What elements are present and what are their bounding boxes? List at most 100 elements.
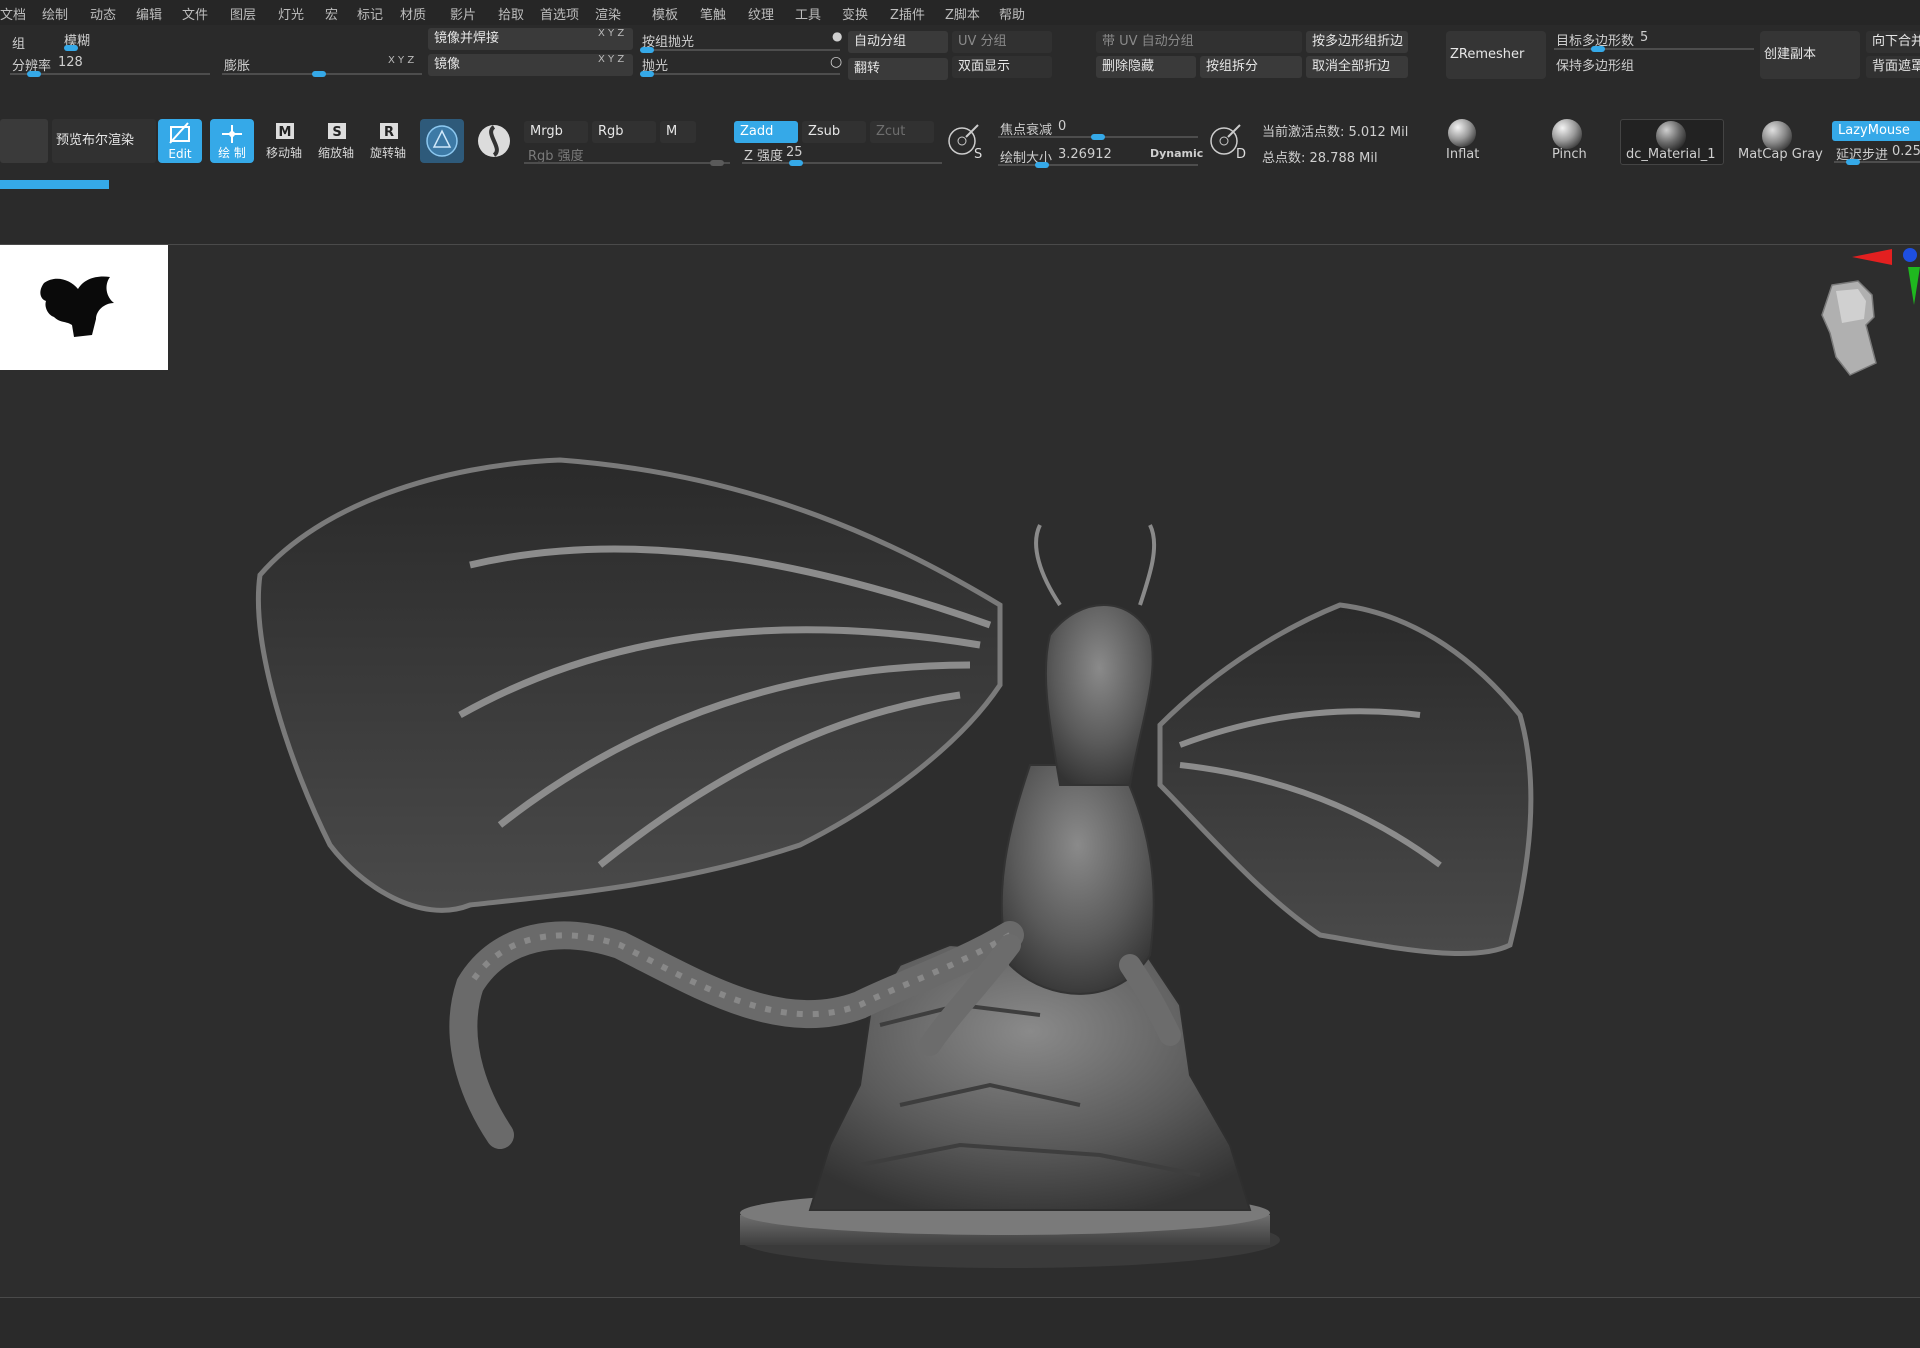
menu-item[interactable]: 拾取: [498, 4, 524, 23]
inflate-slider-knob[interactable]: [312, 71, 326, 77]
uncrease-all-button[interactable]: 取消全部折边: [1306, 56, 1408, 78]
menu-item[interactable]: 动态: [90, 4, 116, 23]
zadd-button[interactable]: Zadd: [734, 121, 798, 143]
keep-groups-label[interactable]: 保持多边形组: [1556, 55, 1634, 74]
x-axis-icon[interactable]: [1852, 249, 1892, 265]
rgb-intensity-slider[interactable]: [524, 162, 730, 164]
zsub-button[interactable]: Zsub: [802, 121, 866, 143]
inflat-brush-label[interactable]: Inflat: [1446, 147, 1479, 162]
target-polycount-slider[interactable]: [1554, 48, 1754, 50]
split-groups-button[interactable]: 按组拆分: [1200, 56, 1302, 78]
mrgb-button[interactable]: Mrgb: [524, 121, 588, 143]
focal-shift-value: 0: [1058, 119, 1067, 134]
draw-size-slider[interactable]: [998, 164, 1198, 166]
draw-size-knob[interactable]: [1035, 162, 1050, 168]
merge-down-button[interactable]: 向下合并: [1866, 31, 1920, 53]
rgb-button[interactable]: Rgb: [592, 121, 656, 143]
blur-slider-knob[interactable]: [64, 45, 78, 51]
move-tool-button[interactable]: M 移动轴: [262, 119, 306, 163]
polish-slider[interactable]: [640, 73, 840, 75]
menu-item[interactable]: 图层: [230, 4, 256, 23]
svg-text:S: S: [332, 125, 341, 140]
resolution-slider-knob[interactable]: [26, 71, 41, 77]
auto-groups-button[interactable]: 自动分组: [848, 31, 948, 53]
model-thumbnail[interactable]: [0, 245, 168, 370]
crease-pg-button[interactable]: 按多边形组折边: [1306, 31, 1408, 53]
lazy-step-knob[interactable]: [1846, 159, 1860, 165]
delete-hidden-button[interactable]: 删除隐藏: [1096, 56, 1196, 78]
canvas-viewport[interactable]: [0, 245, 1920, 1297]
polish-by-groups-dot-icon[interactable]: ●: [832, 29, 842, 43]
menu-item[interactable]: 文档: [0, 4, 26, 23]
polish-by-groups-slider[interactable]: [640, 49, 840, 51]
menu-item[interactable]: 首选项: [540, 4, 579, 23]
preview-boolean-render-button[interactable]: 预览布尔渲染: [52, 119, 156, 163]
menu-item[interactable]: 标记: [357, 4, 383, 23]
uv-auto-groups-button[interactable]: 带 UV 自动分组: [1096, 31, 1302, 53]
inflate-xyz[interactable]: X Y Z: [388, 55, 414, 66]
target-polycount-knob[interactable]: [1591, 46, 1606, 52]
lazymouse-button[interactable]: LazyMouse: [1832, 121, 1920, 141]
brush-icon: D: [1210, 124, 1246, 162]
menu-item[interactable]: 文件: [182, 4, 208, 23]
brush-s-button[interactable]: S: [944, 121, 984, 162]
menu-item[interactable]: 笔触: [700, 4, 726, 23]
mirror-weld-xyz[interactable]: X Y Z: [598, 28, 624, 39]
focal-shift-knob[interactable]: [1091, 134, 1105, 140]
polish-by-groups-knob[interactable]: [640, 47, 654, 53]
menu-item[interactable]: 宏: [325, 4, 338, 23]
flip-button[interactable]: 翻转: [848, 58, 948, 80]
menu-item[interactable]: 材质: [400, 4, 426, 23]
mirror-xyz[interactable]: X Y Z: [598, 54, 624, 65]
menu-item[interactable]: 影片: [450, 4, 476, 23]
menu-item[interactable]: 模板: [652, 4, 678, 23]
inflat-brush-icon[interactable]: [1448, 119, 1476, 147]
draw-tool-button[interactable]: 绘 制: [210, 119, 254, 163]
dragon-silhouette-icon: [40, 276, 114, 337]
menu-item[interactable]: Z插件: [890, 4, 925, 23]
menu-item[interactable]: 编辑: [136, 4, 162, 23]
brush-d-button[interactable]: D: [1206, 121, 1246, 162]
zremesher-button[interactable]: ZRemesher: [1446, 31, 1546, 79]
solo-mode-button[interactable]: [472, 119, 516, 163]
polish-knob[interactable]: [640, 71, 654, 77]
menu-item[interactable]: 渲染: [595, 4, 621, 23]
y-axis-icon[interactable]: [1908, 267, 1920, 305]
scale-tool-button[interactable]: S 缩放轴: [314, 119, 358, 163]
rgb-intensity-knob[interactable]: [710, 160, 724, 166]
dc-material-label[interactable]: dc_Material_1: [1626, 147, 1715, 162]
stroke-icon: S: [948, 124, 982, 162]
menu-item[interactable]: Z脚本: [945, 4, 980, 23]
draw-size-value: 3.26912: [1058, 147, 1112, 162]
z-axis-icon[interactable]: [1903, 248, 1917, 262]
pinch-brush-label[interactable]: Pinch: [1552, 147, 1587, 162]
pinch-brush-icon[interactable]: [1552, 119, 1582, 149]
make-copy-button[interactable]: 创建副本: [1760, 31, 1860, 79]
menu-item[interactable]: 帮助: [999, 4, 1025, 23]
menu-item[interactable]: 纹理: [748, 4, 774, 23]
m-button[interactable]: M: [660, 121, 696, 143]
rotate-tool-button[interactable]: R 旋转轴: [366, 119, 410, 163]
polish-circle-icon[interactable]: ○: [830, 54, 842, 70]
left-tool-slot[interactable]: [0, 119, 48, 163]
z-intensity-knob[interactable]: [788, 160, 803, 166]
zcut-button[interactable]: Zcut: [870, 121, 934, 143]
matcap-gray-label[interactable]: MatCap Gray: [1738, 147, 1823, 162]
sculptris-mode-button[interactable]: [420, 119, 464, 163]
orientation-gizmo[interactable]: [1780, 245, 1920, 385]
backface-mask-button[interactable]: 背面遮罩: [1866, 56, 1920, 78]
inflate-label: 膨胀: [224, 59, 251, 74]
menu-item[interactable]: 绘制: [42, 4, 68, 23]
target-polycount-value: 5: [1640, 30, 1649, 45]
menu-item[interactable]: 工具: [795, 4, 821, 23]
z-intensity-slider[interactable]: [742, 162, 942, 164]
double-sided-button[interactable]: 双面显示: [952, 56, 1052, 78]
edit-tool-button[interactable]: Edit: [158, 119, 202, 163]
menu-item[interactable]: 变换: [842, 4, 868, 23]
active-points-label: 当前激活点数: 5.012 Mil: [1262, 125, 1409, 140]
menu-item[interactable]: 灯光: [278, 4, 304, 23]
uv-groups-button[interactable]: UV 分组: [952, 31, 1052, 53]
dynamic-toggle[interactable]: Dynamic: [1150, 147, 1203, 160]
dragon-model[interactable]: [0, 245, 1920, 1297]
resolution-value: 128: [58, 55, 83, 70]
